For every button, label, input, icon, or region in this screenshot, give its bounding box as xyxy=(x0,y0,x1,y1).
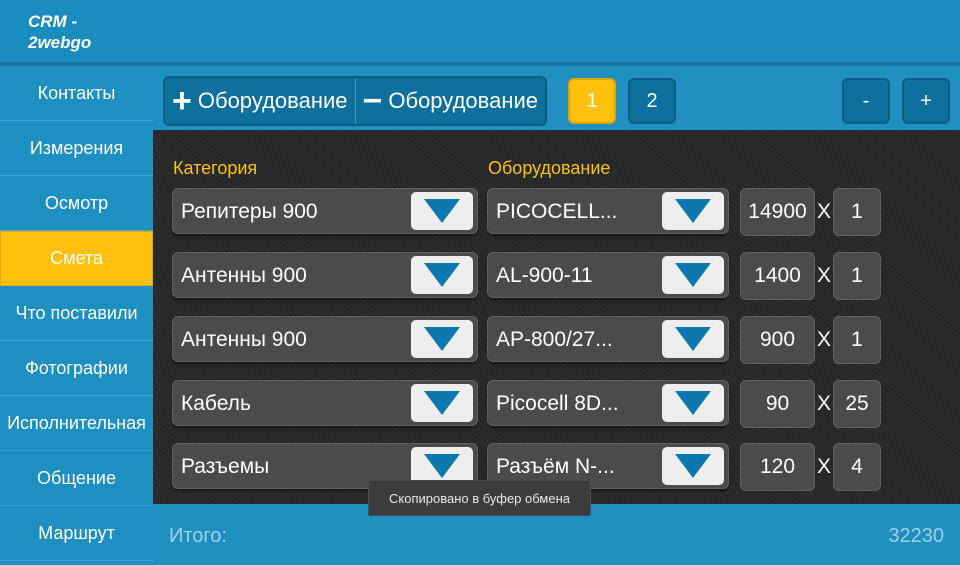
equipment-button-group: + Оборудование − Оборудование xyxy=(163,76,547,126)
sidebar-item-as-built[interactable]: Исполнительная xyxy=(0,396,153,451)
total-label: Итого: xyxy=(169,525,227,547)
dropdown-arrow-icon xyxy=(411,320,473,358)
dropdown-arrow-icon xyxy=(662,256,724,294)
price-field[interactable]: 1400 xyxy=(740,252,815,300)
page-2-button[interactable]: 2 xyxy=(628,78,676,124)
price-field[interactable]: 14900 xyxy=(740,188,815,236)
equipment-select[interactable]: AL-900-11 xyxy=(487,252,729,298)
equipment-value: PICOCELL... xyxy=(496,200,618,223)
equipment-value: Picocell 8D... xyxy=(496,392,619,415)
app-header: CRM - 2webgo xyxy=(0,0,960,66)
table-row: Антенны 900 AL-900-11 1400 X 1 xyxy=(153,252,960,300)
category-header: Категория xyxy=(173,158,258,178)
quantity-field[interactable]: 1 xyxy=(833,316,881,364)
increase-button[interactable]: + xyxy=(902,78,950,124)
category-value: Разъемы xyxy=(181,455,270,478)
dropdown-arrow-icon xyxy=(411,192,473,230)
sidebar-item-estimate[interactable]: Смета xyxy=(0,231,153,286)
equipment-header: Оборудование xyxy=(488,158,611,178)
add-equipment-label: Оборудование xyxy=(197,88,348,113)
total-value: 32230 xyxy=(888,525,944,547)
equipment-select[interactable]: AP-800/27... xyxy=(487,316,729,362)
sidebar-item-route[interactable]: Маршрут xyxy=(0,506,153,561)
category-value: Антенны 900 xyxy=(181,264,307,287)
sidebar-item-measurements[interactable]: Измерения xyxy=(0,121,153,176)
plus-icon: + xyxy=(172,82,192,120)
dropdown-arrow-icon xyxy=(662,320,724,358)
table-row: Репитеры 900 PICOCELL... 14900 X 1 xyxy=(153,188,960,236)
price-field[interactable]: 90 xyxy=(740,380,815,428)
sidebar-item-installed[interactable]: Что поставили xyxy=(0,286,153,341)
equipment-value: AP-800/27... xyxy=(496,328,613,351)
multiply-sign: X xyxy=(817,200,832,223)
quantity-field[interactable]: 25 xyxy=(833,380,881,428)
multiply-sign: X xyxy=(817,455,832,478)
category-select[interactable]: Антенны 900 xyxy=(172,316,478,362)
category-value: Кабель xyxy=(181,392,251,415)
quantity-field[interactable]: 4 xyxy=(833,443,881,491)
table-row: Кабель Picocell 8D... 90 X 25 xyxy=(153,380,960,428)
dropdown-arrow-icon xyxy=(411,384,473,422)
toast-message: Скопировано в буфер обмена xyxy=(368,480,591,516)
app-title: CRM - 2webgo xyxy=(28,12,92,52)
table-row: Антенны 900 AP-800/27... 900 X 1 xyxy=(153,316,960,364)
dropdown-arrow-icon xyxy=(662,447,724,485)
estimate-table: Категория Оборудование Репитеры 900 PICO… xyxy=(153,130,960,504)
sidebar-item-contacts[interactable]: Контакты xyxy=(0,66,153,121)
category-select[interactable]: Антенны 900 xyxy=(172,252,478,298)
page-1-button[interactable]: 1 xyxy=(568,78,616,124)
dropdown-arrow-icon xyxy=(662,384,724,422)
multiply-sign: X xyxy=(817,392,832,415)
category-select[interactable]: Кабель xyxy=(172,380,478,426)
remove-equipment-label: Оборудование xyxy=(388,88,538,113)
category-value: Репитеры 900 xyxy=(181,200,318,223)
sidebar: Контакты Измерения Осмотр Смета Что пост… xyxy=(0,66,153,565)
add-equipment-button[interactable]: + Оборудование xyxy=(165,78,355,124)
remove-equipment-button[interactable]: − Оборудование xyxy=(354,78,546,124)
equipment-select[interactable]: Picocell 8D... xyxy=(487,380,729,426)
toolbar: + Оборудование − Оборудование 1 2 - + xyxy=(153,66,960,130)
dropdown-arrow-icon xyxy=(411,256,473,294)
sidebar-item-communication[interactable]: Общение xyxy=(0,451,153,506)
multiply-sign: X xyxy=(817,328,832,351)
decrease-button[interactable]: - xyxy=(842,78,890,124)
equipment-select[interactable]: PICOCELL... xyxy=(487,188,729,234)
dropdown-arrow-icon xyxy=(662,192,724,230)
multiply-sign: X xyxy=(817,264,832,287)
category-select[interactable]: Репитеры 900 xyxy=(172,188,478,234)
sidebar-item-inspection[interactable]: Осмотр xyxy=(0,176,153,231)
quantity-field[interactable]: 1 xyxy=(833,188,881,236)
sidebar-item-photos[interactable]: Фотографии xyxy=(0,341,153,396)
minus-icon: − xyxy=(362,82,383,120)
quantity-field[interactable]: 1 xyxy=(833,252,881,300)
category-value: Антенны 900 xyxy=(181,328,307,351)
price-field[interactable]: 900 xyxy=(740,316,815,364)
equipment-value: AL-900-11 xyxy=(496,264,593,287)
price-field[interactable]: 120 xyxy=(740,443,815,491)
